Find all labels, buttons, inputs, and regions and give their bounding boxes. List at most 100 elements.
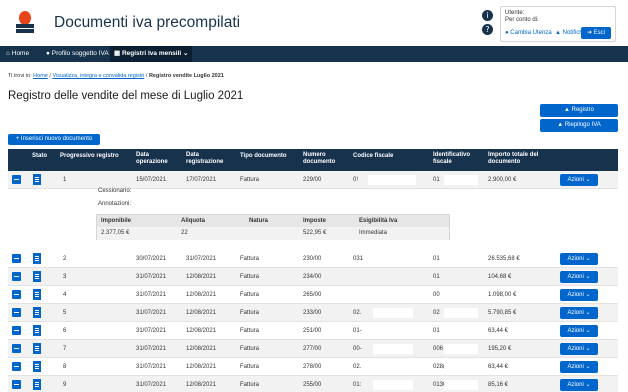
table-row: 1 15/07/2021 17/07/2021 Fattura 229/00 0! 01 2.… xyxy=(8,171,618,189)
cell-n: 2 xyxy=(63,256,67,262)
val-imponibile: 2.377,05 € xyxy=(101,230,130,236)
home-icon: ⌂ xyxy=(6,50,10,57)
cell-numero: 255/00 xyxy=(303,382,322,388)
cell-data_op: 31/07/2021 xyxy=(136,364,167,370)
breadcrumb-registri[interactable]: Visualizza, integra e convalida registri xyxy=(52,73,144,79)
chevron-down-icon: ⌄ xyxy=(583,292,591,298)
cell-numero: 278/00 xyxy=(303,364,322,370)
warning-icon: ▲ xyxy=(557,122,564,128)
redacted-area xyxy=(368,175,416,185)
cell-data_op: 31/07/2021 xyxy=(136,292,167,298)
cell-numero: 251/00 xyxy=(303,328,322,334)
document-status-icon xyxy=(33,325,41,336)
chevron-down-icon: ⌄ xyxy=(583,177,591,183)
cell-data_reg: 31/07/2021 xyxy=(186,256,217,262)
exit-button[interactable]: ➜ Esci xyxy=(581,27,611,39)
redacted-area xyxy=(373,326,413,336)
actions-button[interactable]: Azioni ⌄ xyxy=(560,379,598,391)
collapse-toggle-icon[interactable] xyxy=(12,254,21,263)
val-imposte: 522,95 € xyxy=(303,230,327,236)
cell-importo: 2.900,00 € xyxy=(488,177,517,183)
breadcrumb: Ti trovi in: Home / Visualizza, integra … xyxy=(8,73,224,79)
cell-numero: 229/00 xyxy=(303,177,322,183)
redacted-area xyxy=(444,326,478,336)
cell-idf: 02 xyxy=(433,310,440,316)
breadcrumb-home[interactable]: Home xyxy=(33,73,48,79)
cell-cf: 031 xyxy=(353,256,364,262)
cell-tipo: Fattura xyxy=(240,256,260,262)
th-data-reg: Data registrazione xyxy=(186,152,224,165)
actions-button[interactable]: Azioni ⌄ xyxy=(560,289,598,301)
plus-icon: + xyxy=(15,136,20,142)
nav-profile[interactable]: ● Profilo soggetto IVA xyxy=(46,46,109,62)
exit-icon: ➜ xyxy=(586,30,592,36)
collapse-toggle-icon[interactable] xyxy=(12,308,21,317)
riepilogo-button[interactable]: ▲ Riepilogo IVA xyxy=(540,119,618,132)
chevron-down-icon: ⌄ xyxy=(583,382,591,388)
actions-label: Azioni xyxy=(567,292,584,298)
registro-button[interactable]: ▲ Registro xyxy=(540,104,618,117)
chevron-down-icon: ⌄ xyxy=(583,274,591,280)
change-user-icon: ● xyxy=(505,30,509,36)
th-importo: Importo totale del documento xyxy=(488,152,539,165)
vat-summary-row: 2.377,05 € 22 522,95 € Immediata xyxy=(97,227,449,240)
register-icon: ▦ xyxy=(114,50,121,57)
nav-home[interactable]: ⌂ Home xyxy=(6,46,29,62)
insert-document-button[interactable]: + Inserisci nuovo documento xyxy=(8,134,100,145)
redacted-area xyxy=(373,380,413,390)
cell-n: 5 xyxy=(63,310,67,316)
info-icon[interactable]: i xyxy=(482,10,493,21)
cell-data_reg: 12/08/2021 xyxy=(186,292,217,298)
breadcrumb-prefix: Ti trovi in: xyxy=(8,73,32,79)
cell-data_reg: 12/08/2021 xyxy=(186,364,217,370)
collapse-toggle-icon[interactable] xyxy=(12,344,21,353)
cell-idf: 01 xyxy=(433,256,440,262)
th-numero: Numero documento xyxy=(303,152,336,165)
registro-label: Registro xyxy=(571,107,594,113)
cell-tipo: Fattura xyxy=(240,328,260,334)
bell-icon: ▲ xyxy=(555,30,561,36)
cell-numero: 265/00 xyxy=(303,292,322,298)
cell-cf: 02. xyxy=(353,364,362,370)
annotazioni-label: Annotazioni: xyxy=(98,201,132,207)
cell-idf: 006 xyxy=(433,346,444,352)
collapse-toggle-icon[interactable] xyxy=(12,380,21,389)
actions-button[interactable]: Azioni ⌄ xyxy=(560,361,598,373)
person-icon: ● xyxy=(46,50,50,57)
cell-importo: 26.535,68 € xyxy=(488,256,520,262)
actions-button[interactable]: Azioni ⌄ xyxy=(560,343,598,355)
actions-button[interactable]: Azioni ⌄ xyxy=(560,271,598,283)
actions-button[interactable]: Azioni ⌄ xyxy=(560,253,598,265)
header: Documenti iva precompilati i ? Utente: P… xyxy=(0,0,628,46)
cell-cf: 0! xyxy=(353,177,359,183)
cell-data_op: 31/07/2021 xyxy=(136,382,167,388)
redacted-area xyxy=(444,344,478,354)
collapse-toggle-icon[interactable] xyxy=(12,362,21,371)
cell-idf: 00 xyxy=(433,292,440,298)
actions-button[interactable]: Azioni ⌄ xyxy=(560,174,598,186)
collapse-toggle-icon[interactable] xyxy=(12,272,21,281)
agenzia-entrate-logo xyxy=(16,11,34,33)
cell-data_reg: 12/08/2021 xyxy=(186,346,217,352)
row-detail: Cessionario: Annotazioni: Imponibile Ali… xyxy=(8,188,618,246)
table-row: 3 31/07/2021 12/08/2021 Fattura 234/00 01 104,… xyxy=(8,268,618,286)
collapse-toggle-icon[interactable] xyxy=(12,175,21,184)
help-icon[interactable]: ? xyxy=(482,24,493,35)
actions-button[interactable]: Azioni ⌄ xyxy=(560,307,598,319)
cell-n: 6 xyxy=(63,328,67,334)
riepilogo-label: Riepilogo IVA xyxy=(564,122,601,128)
chevron-down-icon: ⌄ xyxy=(583,346,591,352)
document-status-icon xyxy=(33,361,41,372)
collapse-toggle-icon[interactable] xyxy=(12,326,21,335)
chevron-down-icon: ⌄ xyxy=(583,310,591,316)
nav-registers[interactable]: ▦ Registri Iva mensili ⌄ xyxy=(110,46,193,62)
collapse-toggle-icon[interactable] xyxy=(12,290,21,299)
cell-cf: 02. xyxy=(353,310,362,316)
actions-button[interactable]: Azioni ⌄ xyxy=(560,325,598,337)
nav-home-label: Home xyxy=(11,50,30,57)
nav-registers-label: Registri Iva mensili xyxy=(121,50,182,57)
th-data-op: Data operazione xyxy=(136,152,168,165)
user-box: Utente: Per conto di: ● Cambia Utenza ▲ … xyxy=(500,6,616,42)
table-row: 8 31/07/2021 12/08/2021 Fattura 278/00 02. 028… xyxy=(8,358,618,376)
change-user-link[interactable]: Cambia Utenza xyxy=(510,30,551,36)
